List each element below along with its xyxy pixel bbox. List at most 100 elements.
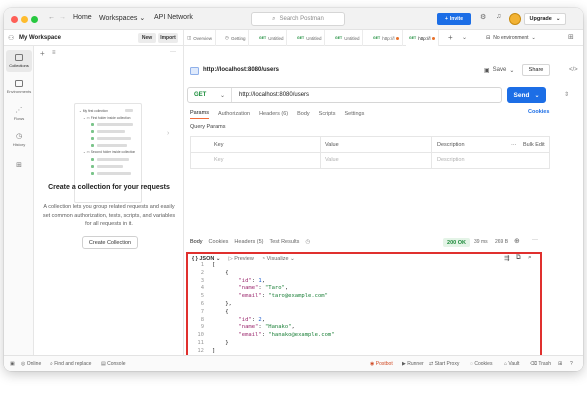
console-button[interactable]: ▤ Console <box>101 361 125 367</box>
settings-gear-icon[interactable]: ⚙ <box>480 13 486 21</box>
back-arrow-icon[interactable]: ← <box>48 14 55 21</box>
query-params-title: Query Params <box>190 124 226 130</box>
layout-icon[interactable]: ⊞ <box>558 361 562 367</box>
http-request-icon <box>190 67 199 75</box>
import-button[interactable]: Import <box>158 33 178 43</box>
forward-arrow-icon[interactable]: → <box>59 14 66 21</box>
bulk-edit-link[interactable]: Bulk Edit <box>523 142 545 148</box>
tab-params[interactable]: Params <box>190 110 209 119</box>
preview-button[interactable]: ▷ Preview <box>228 256 253 262</box>
tab-overview[interactable]: ◫ Overview <box>184 30 217 46</box>
help-icon[interactable]: ? <box>570 361 573 367</box>
rail-item-collections[interactable]: Collections <box>6 50 32 72</box>
tab-authorization[interactable]: Authorization <box>218 111 250 117</box>
tab-request[interactable]: GET Untitled <box>332 30 364 46</box>
history-icon[interactable]: ◷ <box>305 239 310 245</box>
tab-test-results[interactable]: Test Results <box>269 239 299 245</box>
tab-request-active[interactable]: GET http://l <box>406 30 440 46</box>
rail-item-history[interactable]: ◷ History <box>6 128 32 150</box>
upgrade-button[interactable]: Upgrade ⌄ <box>524 13 566 25</box>
new-tab-plus-icon[interactable]: + <box>448 33 453 42</box>
nav-home[interactable]: Home <box>73 14 92 21</box>
search-input[interactable]: ⌕ Search Postman <box>251 12 345 26</box>
code-icon[interactable]: </> <box>569 67 578 73</box>
trash-button[interactable]: ⌫ Trash <box>530 361 551 367</box>
placeholder-bar <box>97 130 125 133</box>
more-options-icon[interactable]: ··· <box>532 237 538 243</box>
cookies-link[interactable]: Cookies <box>528 109 549 115</box>
new-button[interactable]: New <box>138 33 156 43</box>
vault-button[interactable]: ⌂ Vault <box>504 361 519 367</box>
notification-bell-icon[interactable]: ♫ <box>496 13 501 20</box>
tab-body[interactable]: Body <box>297 111 310 117</box>
more-options-icon[interactable]: ··· <box>170 49 176 55</box>
url-input[interactable]: http://localhost:8080/users <box>239 92 309 98</box>
rail-item-flows[interactable]: ⋰ Flows <box>6 102 32 124</box>
info-icon[interactable]: ⇕ <box>564 91 569 98</box>
tab-headers[interactable]: Headers (6) <box>259 111 288 117</box>
globe-icon[interactable]: ⊕ <box>514 237 520 245</box>
save-button[interactable]: ▣ Save ⌄ <box>484 67 514 74</box>
method-label: GET <box>194 92 207 98</box>
tab-response-body[interactable]: Body <box>190 239 203 245</box>
postbot-button[interactable]: ◉ Postbot <box>370 361 393 367</box>
column-header-key: Key <box>214 142 224 148</box>
key-input[interactable]: Key <box>214 157 223 163</box>
nav-api-network[interactable]: API Network <box>154 14 193 21</box>
runner-button[interactable]: ▶ Runner <box>402 361 424 367</box>
tab-settings[interactable]: Settings <box>344 111 364 117</box>
add-collection-plus-icon[interactable]: + <box>40 49 45 58</box>
avatar[interactable] <box>509 13 521 25</box>
tab-request[interactable]: GET http://l <box>370 30 404 46</box>
cookies-button[interactable]: ◌ Cookies <box>470 361 492 367</box>
tab-request[interactable]: GET Untitled <box>256 30 288 46</box>
column-header-description: Description <box>437 142 465 148</box>
copy-icon[interactable]: ⧉ <box>516 254 521 262</box>
grid-icon: ⊞ <box>16 162 22 169</box>
zoom-window-button[interactable] <box>31 15 38 23</box>
online-label: Online <box>26 361 42 367</box>
postbot-label: Postbot <box>375 361 393 367</box>
tab-request[interactable]: GET Untitled <box>294 30 326 46</box>
filter-icon[interactable]: ≡ <box>52 50 56 56</box>
toggle-sidebar-icon[interactable]: ▣ <box>10 361 15 367</box>
search-icon[interactable]: ⌕ <box>528 254 532 262</box>
tab-label: http://l <box>382 35 395 41</box>
flows-icon: ⋰ <box>15 106 23 114</box>
response-code[interactable]: 1[2 {3 "id": 1,4 "name": "Taro", 5 "email… <box>190 262 535 356</box>
description-input[interactable]: Description <box>437 157 465 163</box>
send-label: Send <box>513 91 530 99</box>
workspace-name[interactable]: My Workspace <box>19 35 61 41</box>
visualize-button[interactable]: ◔ Visualize ⌄ <box>262 256 295 262</box>
chevron-down-icon: ⌄ <box>219 92 225 99</box>
settings-panel-icon[interactable]: ⊞ <box>568 33 574 41</box>
tab-response-cookies[interactable]: Cookies <box>209 239 229 245</box>
column-divider <box>320 137 321 168</box>
request-title[interactable]: http://localhost:8080/users <box>203 67 279 73</box>
illustration-collection-text: My first collection <box>82 109 108 113</box>
online-status[interactable]: ◎ Online <box>21 361 41 367</box>
format-select[interactable]: { } JSON ⌄ <box>192 256 220 262</box>
tab-scripts[interactable]: Scripts <box>319 111 336 117</box>
invite-button[interactable]: + Invite <box>437 13 471 25</box>
find-replace-button[interactable]: ⌕ Find and replace <box>50 361 91 367</box>
share-button[interactable]: Share <box>522 64 550 76</box>
rail-item-more[interactable]: ⊞ <box>6 154 32 176</box>
chevron-down-icon[interactable]: ⌄ <box>462 34 467 41</box>
method-select[interactable]: GET ⌄ <box>188 88 232 102</box>
wrap-lines-icon[interactable]: ⇶ <box>504 254 509 262</box>
start-proxy-button[interactable]: ⇄ Start Proxy <box>429 361 459 367</box>
nav-workspaces[interactable]: Workspaces ⌄ <box>99 14 145 22</box>
tab-response-headers[interactable]: Headers (5) <box>234 239 263 245</box>
environment-select[interactable]: ⊟ No environment ⌄ <box>486 33 556 43</box>
tab-getting-started[interactable]: ◷ Getting <box>222 30 250 46</box>
create-collection-button[interactable]: Create Collection <box>82 236 138 249</box>
rail-item-environments[interactable]: Environments <box>6 76 32 98</box>
value-input[interactable]: Value <box>325 157 339 163</box>
minimize-window-button[interactable] <box>21 15 28 23</box>
postbot-icon: ◉ <box>370 361 375 367</box>
send-button[interactable]: Send ⌄ <box>507 87 546 103</box>
close-window-button[interactable] <box>11 15 18 23</box>
more-options-icon[interactable]: ··· <box>511 142 517 148</box>
